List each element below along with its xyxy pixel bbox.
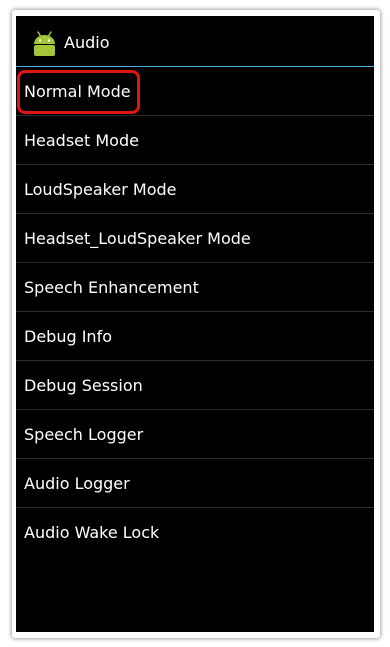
page-title: Audio [64, 33, 110, 52]
android-robot-icon [34, 31, 55, 56]
menu-item-audio-wake-lock[interactable]: Audio Wake Lock [16, 508, 374, 556]
menu-item-audio-logger[interactable]: Audio Logger [16, 459, 374, 508]
audio-menu-list: Normal Mode Headset Mode LoudSpeaker Mod… [16, 67, 374, 556]
menu-item-headset-loudspeaker-mode[interactable]: Headset_LoudSpeaker Mode [16, 214, 374, 263]
menu-item-debug-session[interactable]: Debug Session [16, 361, 374, 410]
menu-item-debug-info[interactable]: Debug Info [16, 312, 374, 361]
menu-item-headset-mode[interactable]: Headset Mode [16, 116, 374, 165]
menu-item-label: Headset_LoudSpeaker Mode [24, 229, 251, 248]
menu-item-label: Speech Enhancement [24, 278, 199, 297]
menu-item-label: Normal Mode [24, 82, 131, 101]
menu-item-label: Audio Logger [24, 474, 130, 493]
menu-item-label: Speech Logger [24, 425, 144, 444]
menu-item-loudspeaker-mode[interactable]: LoudSpeaker Mode [16, 165, 374, 214]
phone-screen: Audio Normal Mode Headset Mode LoudSpeak… [16, 16, 374, 632]
menu-item-label: Headset Mode [24, 131, 139, 150]
menu-item-label: Debug Session [24, 376, 143, 395]
menu-item-label: LoudSpeaker Mode [24, 180, 177, 199]
action-bar: Audio [16, 16, 374, 66]
menu-item-speech-logger[interactable]: Speech Logger [16, 410, 374, 459]
menu-item-speech-enhancement[interactable]: Speech Enhancement [16, 263, 374, 312]
menu-item-label: Audio Wake Lock [24, 523, 160, 542]
menu-item-normal-mode[interactable]: Normal Mode [16, 67, 374, 116]
menu-item-label: Debug Info [24, 327, 112, 346]
